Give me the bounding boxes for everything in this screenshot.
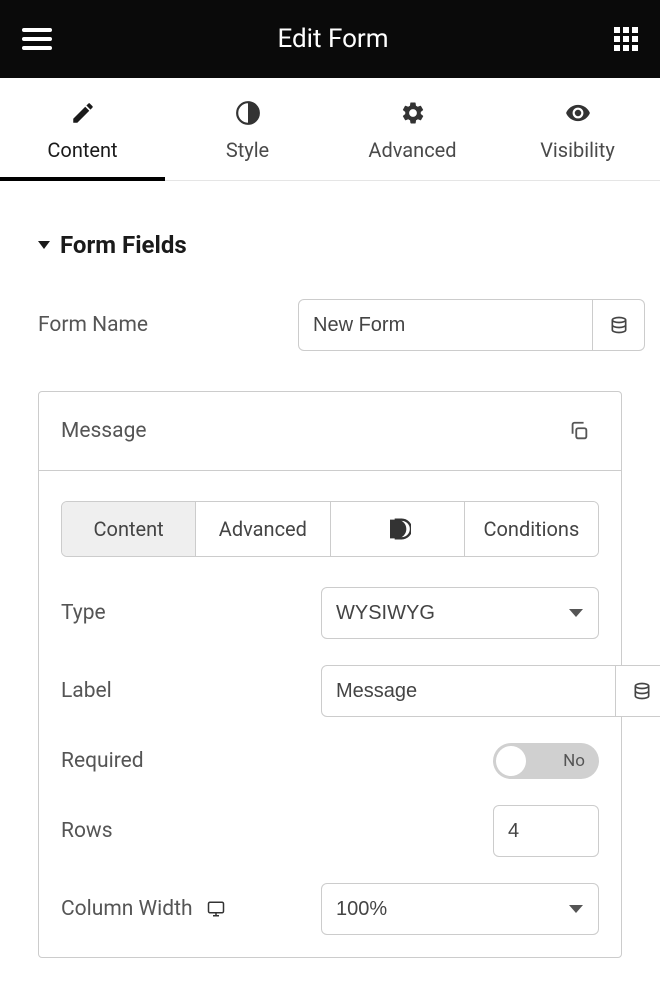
tab-content[interactable]: Content	[0, 78, 165, 180]
desktop-icon[interactable]	[205, 900, 227, 918]
dynamic-tags-button[interactable]	[593, 299, 645, 351]
tab-style-label: Style	[226, 138, 269, 162]
subtab-dynamic[interactable]	[331, 502, 465, 556]
subtab-advanced[interactable]: Advanced	[196, 502, 330, 556]
tab-visibility[interactable]: Visibility	[495, 78, 660, 180]
half-circle-icon	[235, 100, 261, 126]
d-icon	[383, 515, 411, 543]
pencil-icon	[70, 100, 96, 126]
section-header[interactable]: Form Fields	[38, 231, 622, 259]
field-header[interactable]: Message	[39, 392, 621, 470]
required-toggle[interactable]: No	[493, 743, 599, 779]
duplicate-button[interactable]	[559, 420, 599, 442]
field-title: Message	[61, 419, 559, 443]
tab-visibility-label: Visibility	[540, 138, 615, 162]
chevron-down-icon	[38, 241, 50, 249]
subtab-content[interactable]: Content	[62, 502, 196, 556]
label-label: Label	[61, 679, 321, 703]
grid-icon[interactable]	[614, 27, 638, 51]
tab-style[interactable]: Style	[165, 78, 330, 180]
tab-content-label: Content	[47, 138, 117, 162]
page-title: Edit Form	[277, 24, 388, 54]
rows-input[interactable]	[493, 805, 599, 857]
main-tabs: Content Style Advanced Visibility	[0, 78, 660, 181]
subtab-conditions[interactable]: Conditions	[465, 502, 598, 556]
rows-label: Rows	[61, 819, 321, 843]
section-title: Form Fields	[60, 231, 187, 259]
gear-icon	[400, 100, 426, 126]
dynamic-tags-button[interactable]	[616, 665, 660, 717]
column-width-label: Column Width	[61, 897, 321, 921]
type-select[interactable]	[321, 587, 599, 639]
form-name-input[interactable]	[298, 299, 593, 351]
eye-icon	[565, 100, 591, 126]
required-label: Required	[61, 749, 321, 773]
label-input[interactable]	[321, 665, 616, 717]
field-item-message: Message Content Advanced Conditions Type	[38, 391, 622, 958]
menu-button[interactable]	[22, 28, 52, 50]
column-width-select[interactable]	[321, 883, 599, 935]
field-subtabs: Content Advanced Conditions	[61, 501, 599, 557]
tab-advanced-label: Advanced	[368, 138, 456, 162]
form-name-label: Form Name	[38, 313, 298, 337]
type-label: Type	[61, 601, 321, 625]
toggle-no-label: No	[563, 751, 585, 771]
tab-advanced[interactable]: Advanced	[330, 78, 495, 180]
